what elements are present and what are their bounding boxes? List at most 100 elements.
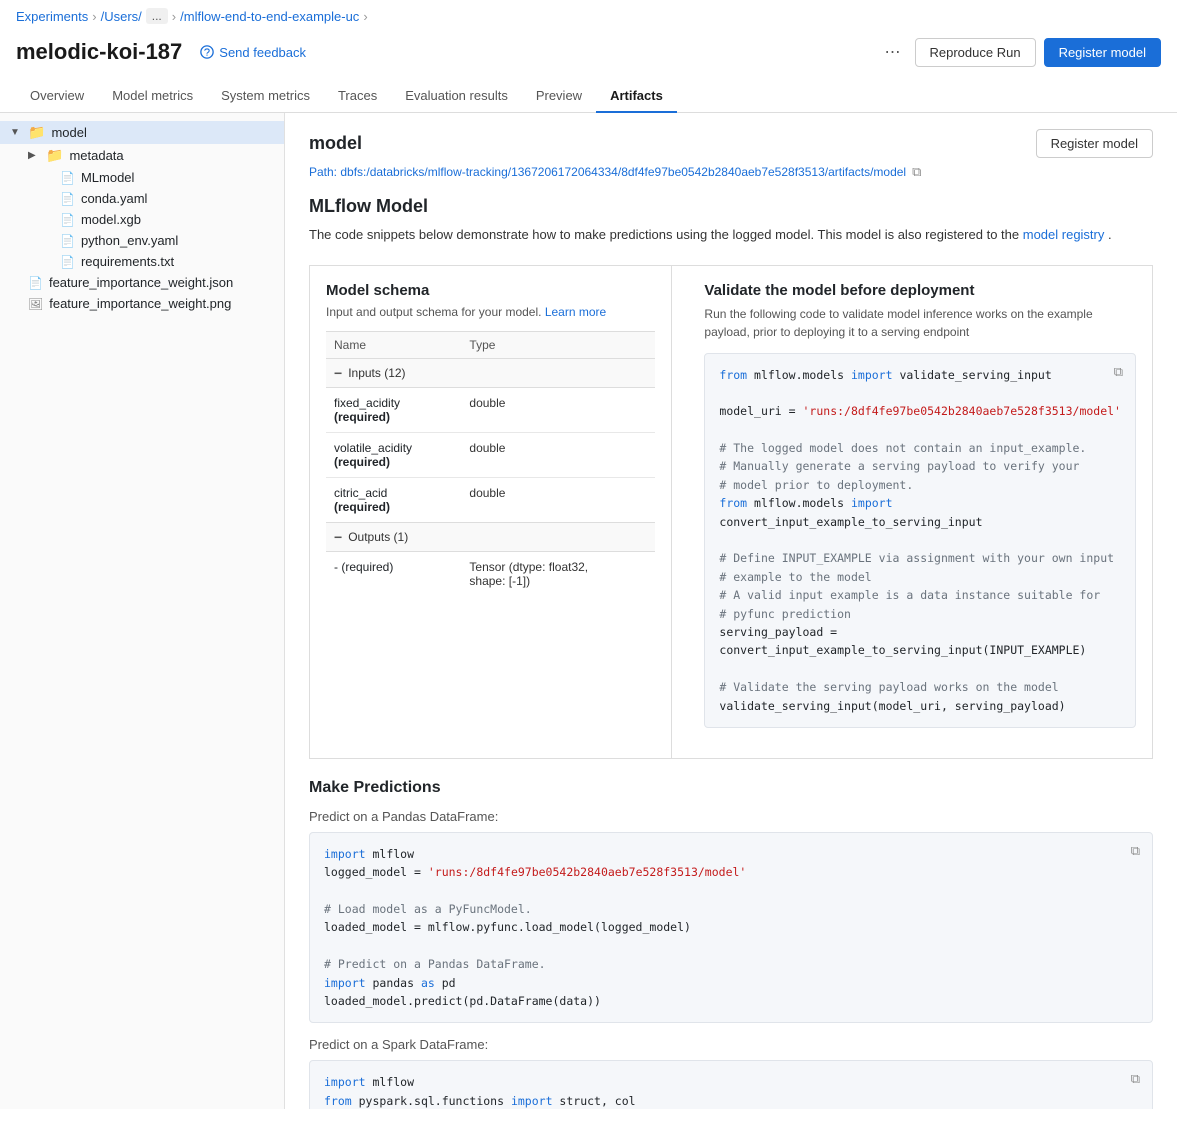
output-type: Tensor (dtype: float32,shape: [-1]) [461,551,655,596]
schema-table: Name Type − Inputs (12) [326,331,655,596]
tab-model-metrics[interactable]: Model metrics [98,80,207,113]
inputs-collapse-icon[interactable]: − [334,365,342,381]
reproduce-run-button[interactable]: Reproduce Run [915,38,1036,67]
header-right: ⋯ Reproduce Run Register model [879,36,1162,68]
tree-label-mlmodel: MLmodel [81,170,134,185]
tab-evaluation-results[interactable]: Evaluation results [391,80,522,113]
copy-validate-code-button[interactable]: ⧉ [1110,362,1127,382]
validate-section: Validate the model before deployment Run… [688,266,1152,758]
outputs-collapse-icon[interactable]: − [334,529,342,545]
inputs-label: Inputs (12) [348,366,405,380]
field-type-volatile-acidity: double [461,432,655,477]
artifact-title: model [309,133,362,154]
schema-desc: Input and output schema for your model. … [326,305,655,319]
tab-system-metrics[interactable]: System metrics [207,80,324,113]
breadcrumb: Experiments › /Users/ ... › /mlflow-end-… [0,0,1177,32]
more-options-button[interactable]: ⋯ [879,36,907,68]
register-model-button-content[interactable]: Register model [1036,129,1153,158]
breadcrumb-users[interactable]: /Users/ [101,9,142,24]
tree-item-modelxgb[interactable]: 📄 model.xgb [0,209,284,230]
tree-item-mlmodel[interactable]: 📄 MLmodel [0,167,284,188]
copy-pandas-code-button[interactable]: ⧉ [1127,841,1144,861]
tab-artifacts[interactable]: Artifacts [596,80,677,113]
schema-title: Model schema [326,282,655,299]
pandas-code-block: ⧉ import mlflow logged_model = 'runs:/8d… [309,832,1153,1024]
tab-traces[interactable]: Traces [324,80,391,113]
spark-code: import mlflow from pyspark.sql.functions… [324,1073,1138,1109]
mlflow-section-title: MLflow Model [309,196,1153,217]
tree-item-fi-png[interactable]: 🖼 feature_importance_weight.png [0,293,284,314]
mlflow-desc: The code snippets below demonstrate how … [309,225,1153,245]
schema-section: Model schema Input and output schema for… [310,266,672,758]
tree-item-pythonenv[interactable]: 📄 python_env.yaml [0,230,284,251]
schema-desc-text: Input and output schema for your model. [326,305,541,319]
breadcrumb-sep3: › [363,9,367,24]
copy-spark-code-button[interactable]: ⧉ [1127,1069,1144,1089]
validate-title: Validate the model before deployment [704,282,1136,299]
field-name-citric-acid: citric_acid (required) [326,477,461,522]
col-type: Type [461,331,655,358]
breadcrumb-sep1: › [92,9,96,24]
table-row: - (required) Tensor (dtype: float32,shap… [326,551,655,596]
spark-subtitle: Predict on a Spark DataFrame: [309,1037,1153,1052]
feedback-label: Send feedback [219,45,306,60]
tree-item-requirements[interactable]: 📄 requirements.txt [0,251,284,272]
outputs-label: Outputs (1) [348,530,408,544]
table-row: volatile_acidity (required) double [326,432,655,477]
tab-preview[interactable]: Preview [522,80,596,113]
field-name-volatile-acidity: volatile_acidity (required) [326,432,461,477]
tree-label-model: model [51,125,86,140]
model-registry-link[interactable]: model registry [1023,227,1105,242]
breadcrumb-experiments[interactable]: Experiments [16,9,88,24]
tree-label-modelxgb: model.xgb [81,212,141,227]
nav-tabs: Overview Model metrics System metrics Tr… [0,80,1177,113]
register-model-button-header[interactable]: Register model [1044,38,1161,67]
file-icon-modelxgb: 📄 [60,213,75,227]
breadcrumb-sep2: › [172,9,176,24]
col-name: Name [326,331,461,358]
copy-path-icon[interactable]: ⧉ [912,164,921,180]
spark-code-block: ⧉ import mlflow from pyspark.sql.functio… [309,1060,1153,1109]
validate-desc: Run the following code to validate model… [704,305,1136,341]
file-icon-conda: 📄 [60,192,75,206]
tree-item-conda[interactable]: 📄 conda.yaml [0,188,284,209]
file-icon-requirements: 📄 [60,255,75,269]
outputs-group-label: − Outputs (1) [334,529,647,545]
artifact-path-text: Path: dbfs:/databricks/mlflow-tracking/1… [309,165,906,179]
table-row: citric_acid (required) double [326,477,655,522]
file-icon-fi-png: 🖼 [28,297,43,311]
folder-icon-model: 📁 [28,124,45,141]
schema-learn-more-link[interactable]: Learn more [545,305,606,319]
tree-item-model[interactable]: ▼ 📁 model [0,121,284,144]
tree-item-fi-json[interactable]: 📄 feature_importance_weight.json [0,272,284,293]
outputs-group-row: − Outputs (1) [326,522,655,551]
validate-code: from mlflow.models import validate_servi… [719,366,1121,715]
pandas-code: import mlflow logged_model = 'runs:/8df4… [324,845,1138,1011]
feedback-icon [200,45,214,59]
breadcrumb-run[interactable]: /mlflow-end-to-end-example-uc [180,9,359,24]
folder-icon-metadata: 📁 [46,147,63,164]
table-row: fixed_acidity (required) double [326,387,655,432]
predictions-title: Make Predictions [309,779,1153,797]
tree-label-metadata: metadata [69,148,123,163]
tree-label-requirements: requirements.txt [81,254,174,269]
artifact-path: Path: dbfs:/databricks/mlflow-tracking/1… [309,164,1153,180]
two-col-section: Model schema Input and output schema for… [309,265,1153,759]
mlflow-desc-end: . [1108,227,1112,242]
feedback-button[interactable]: Send feedback [194,41,312,64]
tree-label-fi-png: feature_importance_weight.png [49,296,231,311]
validate-code-block: ⧉ from mlflow.models import validate_ser… [704,353,1136,728]
page-title: melodic-koi-187 [16,39,182,65]
tree-item-metadata[interactable]: ▶ 📁 metadata [0,144,284,167]
output-name: - (required) [326,551,461,596]
tab-overview[interactable]: Overview [16,80,98,113]
inputs-group-row: − Inputs (12) [326,358,655,387]
file-icon-mlmodel: 📄 [60,171,75,185]
file-tree-sidebar: ▼ 📁 model ▶ 📁 metadata 📄 MLmodel 📄 conda… [0,113,285,1109]
artifact-content: model Register model Path: dbfs:/databri… [285,113,1177,1109]
field-type-citric-acid: double [461,477,655,522]
tree-label-conda: conda.yaml [81,191,147,206]
header-left: melodic-koi-187 Send feedback [16,39,312,65]
pandas-subtitle: Predict on a Pandas DataFrame: [309,809,1153,824]
tree-label-fi-json: feature_importance_weight.json [49,275,233,290]
